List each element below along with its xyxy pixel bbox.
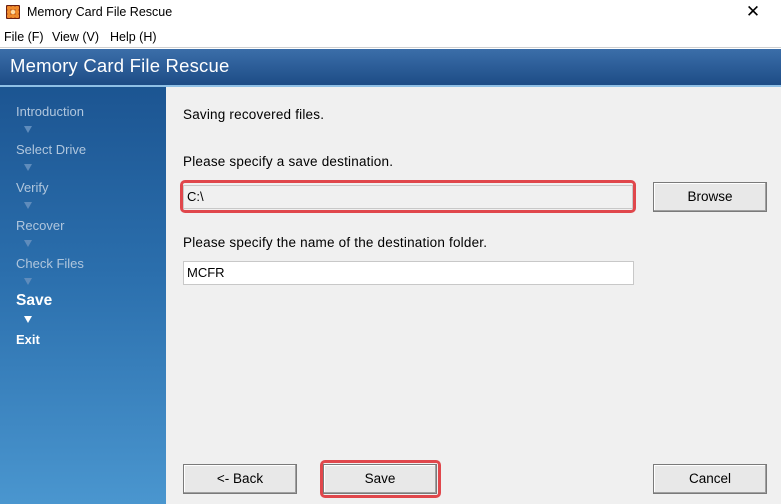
destination-label: Please specify a save destination. xyxy=(183,154,394,169)
menu-divider xyxy=(0,47,781,48)
step-arrow-icon xyxy=(24,316,32,323)
step-arrow-icon xyxy=(24,278,32,285)
step-arrow-icon xyxy=(24,126,32,133)
step-save: Save xyxy=(16,292,53,309)
folder-label: Please specify the name of the destinati… xyxy=(183,235,488,250)
window-title: Memory Card File Rescue xyxy=(27,5,173,19)
cancel-button[interactable]: Cancel xyxy=(653,464,767,494)
step-check-files: Check Files xyxy=(16,256,84,271)
header-title: Memory Card File Rescue xyxy=(10,55,230,76)
step-select-drive: Select Drive xyxy=(16,142,87,157)
menu-view[interactable]: View (V) xyxy=(52,30,99,44)
destination-path-field[interactable]: C:\ xyxy=(183,185,633,209)
page-heading: Saving recovered files. xyxy=(183,107,325,122)
step-recover: Recover xyxy=(16,218,65,233)
menu-help[interactable]: Help (H) xyxy=(110,30,157,44)
app-grid-icon xyxy=(6,5,20,19)
menu-bar: File (F) View (V) Help (H) xyxy=(0,27,781,47)
title-bar: Memory Card File Rescue ✕ xyxy=(0,0,781,26)
back-button[interactable]: <- Back xyxy=(183,464,297,494)
step-verify: Verify xyxy=(16,180,49,195)
folder-name-input[interactable]: MCFR xyxy=(183,261,634,285)
step-exit: Exit xyxy=(16,332,40,347)
wizard-steps-sidebar: Introduction Select Drive Verify Recover… xyxy=(0,87,166,504)
step-arrow-icon xyxy=(24,240,32,247)
browse-button[interactable]: Browse xyxy=(653,182,767,212)
step-introduction: Introduction xyxy=(16,104,84,119)
app-header: Memory Card File Rescue xyxy=(0,49,781,85)
menu-file[interactable]: File (F) xyxy=(4,30,44,44)
step-arrow-icon xyxy=(24,202,32,209)
step-arrow-icon xyxy=(24,164,32,171)
close-icon[interactable]: ✕ xyxy=(733,0,773,26)
save-button[interactable]: Save xyxy=(323,464,437,494)
main-panel: Saving recovered files. Please specify a… xyxy=(166,87,781,504)
